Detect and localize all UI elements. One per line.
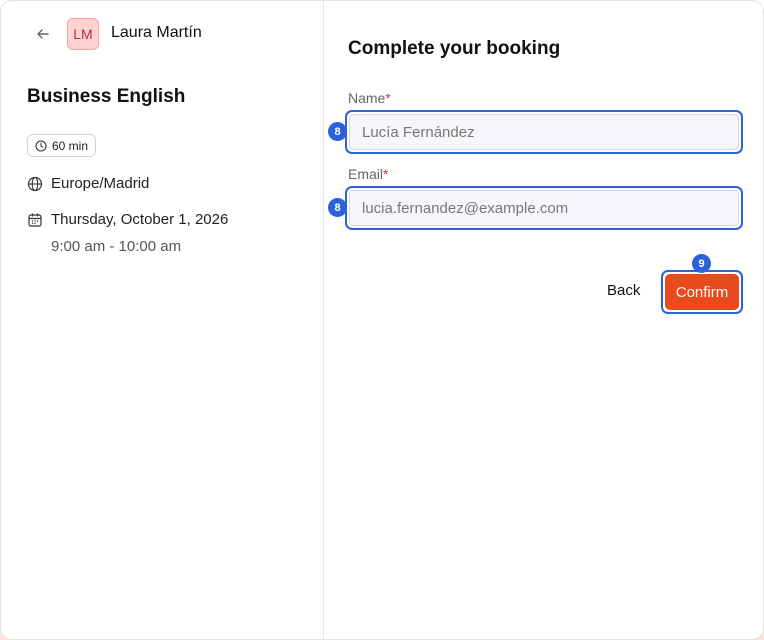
required-mark: * xyxy=(385,90,391,106)
clock-icon xyxy=(35,139,47,152)
avatar: LM xyxy=(67,18,99,50)
name-input[interactable] xyxy=(349,114,739,150)
timezone-text: Europe/Madrid xyxy=(51,175,150,192)
confirm-button-wrapper: Confirm xyxy=(661,270,743,314)
email-field-wrapper xyxy=(345,186,743,230)
host-name: Laura Martín xyxy=(111,24,202,41)
time-text: 9:00 am - 10:00 am xyxy=(51,238,182,255)
date-text: Thursday, October 1, 2026 xyxy=(51,211,229,228)
back-button[interactable]: Back xyxy=(607,282,640,299)
booking-card: LM Laura Martín Business English 60 min … xyxy=(0,0,764,640)
email-input[interactable] xyxy=(349,190,739,226)
email-label: Email* xyxy=(348,166,389,182)
duration-text: 60 min xyxy=(52,138,89,153)
duration-badge: 60 min xyxy=(27,134,97,157)
name-field-wrapper xyxy=(345,110,743,154)
timezone-row: Europe/Madrid xyxy=(27,175,149,192)
confirm-button[interactable]: Confirm xyxy=(665,274,739,310)
required-mark: * xyxy=(383,166,389,182)
form-title: Complete your booking xyxy=(348,38,561,59)
event-details-panel: LM Laura Martín Business English 60 min … xyxy=(1,1,324,639)
date-row: Thursday, October 1, 2026 xyxy=(27,211,228,228)
arrow-left-icon[interactable] xyxy=(32,23,54,45)
event-title: Business English xyxy=(27,86,186,107)
globe-icon xyxy=(27,176,43,192)
booking-form-panel: Complete your booking Name* 8 Email* 8 B… xyxy=(324,1,763,639)
name-label: Name* xyxy=(348,90,391,106)
calendar-icon xyxy=(27,212,43,228)
